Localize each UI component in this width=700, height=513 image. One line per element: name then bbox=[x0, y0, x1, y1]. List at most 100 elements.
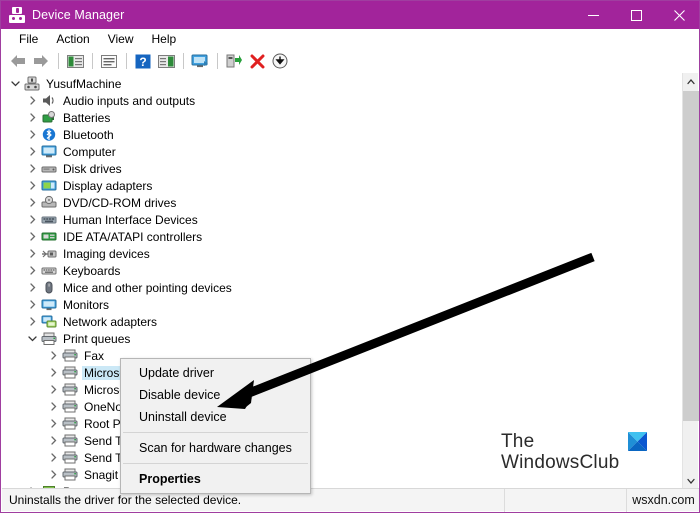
tree-node[interactable]: Print queues bbox=[2, 330, 680, 347]
chevron-right-icon[interactable] bbox=[45, 453, 61, 462]
tree-node-label: DVD/CD-ROM drives bbox=[63, 195, 177, 210]
chevron-right-icon[interactable] bbox=[45, 470, 61, 479]
tree-node-root[interactable]: YusufMachine bbox=[2, 75, 680, 92]
action-pane-icon[interactable] bbox=[155, 50, 177, 72]
windowsclub-text: The WindowsClub bbox=[501, 431, 619, 473]
update-driver-icon[interactable] bbox=[223, 50, 245, 72]
chevron-right-icon[interactable] bbox=[24, 96, 40, 105]
chevron-right-icon[interactable] bbox=[45, 368, 61, 377]
tree-node[interactable]: Network adapters bbox=[2, 313, 680, 330]
tree-node[interactable]: DVD/CD-ROM drives bbox=[2, 194, 680, 211]
printer-icon bbox=[61, 467, 79, 483]
scrollbar-thumb[interactable] bbox=[683, 91, 699, 421]
context-menu-item-properties[interactable]: Properties bbox=[121, 468, 310, 490]
device-tree-pane[interactable]: YusufMachine Audio inputs and outputs Bat… bbox=[2, 73, 699, 489]
maximize-icon[interactable] bbox=[615, 1, 658, 29]
tree-node-label: Network adapters bbox=[63, 314, 158, 329]
chevron-right-icon[interactable] bbox=[24, 147, 40, 156]
chevron-right-icon[interactable] bbox=[24, 249, 40, 258]
display-adapter-icon bbox=[40, 178, 58, 194]
tree-node-label: Batteries bbox=[63, 110, 111, 125]
tree-node[interactable]: Audio inputs and outputs bbox=[2, 92, 680, 109]
keyboard-icon bbox=[40, 263, 58, 279]
chevron-right-icon[interactable] bbox=[24, 232, 40, 241]
red-x-icon[interactable] bbox=[246, 50, 268, 72]
network-adapter-icon bbox=[40, 314, 58, 330]
tree-node[interactable]: Human Interface Devices bbox=[2, 211, 680, 228]
down-arrow-circle-icon[interactable] bbox=[269, 50, 291, 72]
chevron-right-icon[interactable] bbox=[24, 181, 40, 190]
tree-node-label: IDE ATA/ATAPI controllers bbox=[63, 229, 203, 244]
forward-arrow-icon[interactable] bbox=[30, 50, 52, 72]
minimize-icon[interactable] bbox=[572, 1, 615, 29]
tree-node[interactable]: Disk drives bbox=[2, 160, 680, 177]
chevron-right-icon[interactable] bbox=[45, 351, 61, 360]
chevron-right-icon[interactable] bbox=[24, 215, 40, 224]
watermark-line-2: WindowsClub bbox=[501, 452, 620, 473]
chevron-right-icon[interactable] bbox=[45, 385, 61, 394]
windowsclub-mark-icon bbox=[628, 432, 648, 451]
context-menu[interactable]: Update driver Disable device Uninstall d… bbox=[120, 358, 311, 494]
tree-node[interactable]: Microsoft XPS Document Writer bbox=[2, 381, 680, 398]
printer-icon bbox=[61, 399, 79, 415]
scroll-down-icon[interactable] bbox=[683, 472, 699, 489]
toolbar-separator bbox=[126, 53, 127, 69]
tree-node[interactable]: IDE ATA/ATAPI controllers bbox=[2, 228, 680, 245]
context-menu-item-disable-device[interactable]: Disable device bbox=[121, 384, 310, 406]
close-icon[interactable] bbox=[658, 1, 699, 29]
chevron-right-icon[interactable] bbox=[24, 283, 40, 292]
tree-node[interactable]: Bluetooth bbox=[2, 126, 680, 143]
tree-node[interactable]: Root Print Queue bbox=[2, 415, 680, 432]
scroll-up-icon[interactable] bbox=[683, 73, 699, 90]
tree-node[interactable]: Computer bbox=[2, 143, 680, 160]
tree-node-label: Display adapters bbox=[63, 178, 153, 193]
monitor-icon bbox=[40, 297, 58, 313]
tree-node[interactable]: Keyboards bbox=[2, 262, 680, 279]
chevron-down-icon[interactable] bbox=[7, 79, 23, 88]
help-icon[interactable]: ? bbox=[132, 50, 154, 72]
tree-node[interactable]: Mice and other pointing devices bbox=[2, 279, 680, 296]
properties-icon[interactable] bbox=[98, 50, 120, 72]
toolbar-separator bbox=[92, 53, 93, 69]
tree-node[interactable]: OneNote bbox=[2, 398, 680, 415]
tree-node-label: Imaging devices bbox=[63, 246, 150, 261]
context-menu-item-uninstall-device[interactable]: Uninstall device bbox=[121, 406, 310, 428]
menu-file[interactable]: File bbox=[10, 30, 47, 48]
chevron-right-icon[interactable] bbox=[45, 436, 61, 445]
hid-icon bbox=[40, 212, 58, 228]
back-arrow-icon[interactable] bbox=[7, 50, 29, 72]
chevron-right-icon[interactable] bbox=[24, 164, 40, 173]
mouse-icon bbox=[40, 280, 58, 296]
chevron-right-icon[interactable] bbox=[24, 113, 40, 122]
context-menu-separator bbox=[123, 432, 308, 433]
context-menu-separator bbox=[123, 463, 308, 464]
menu-bar: File Action View Help bbox=[2, 29, 699, 49]
console-tree-icon[interactable] bbox=[64, 50, 86, 72]
context-menu-item-update-driver[interactable]: Update driver bbox=[121, 362, 310, 384]
monitor-scan-icon[interactable] bbox=[189, 50, 211, 72]
watermark-line-1: The bbox=[501, 431, 535, 452]
chevron-right-icon[interactable] bbox=[24, 317, 40, 326]
svg-text:?: ? bbox=[139, 55, 146, 69]
context-menu-item-scan-for-hardware-changes[interactable]: Scan for hardware changes bbox=[121, 437, 310, 459]
printer-icon bbox=[61, 416, 79, 432]
tree-node[interactable]: Display adapters bbox=[2, 177, 680, 194]
chevron-right-icon[interactable] bbox=[45, 419, 61, 428]
chevron-right-icon[interactable] bbox=[24, 130, 40, 139]
tree-node-label: Human Interface Devices bbox=[63, 212, 198, 227]
vertical-scrollbar[interactable] bbox=[682, 73, 699, 489]
menu-help[interactable]: Help bbox=[143, 30, 186, 48]
tree-node[interactable]: Batteries bbox=[2, 109, 680, 126]
chevron-right-icon[interactable] bbox=[24, 300, 40, 309]
printer-icon bbox=[61, 348, 79, 364]
tree-node[interactable]: Imaging devices bbox=[2, 245, 680, 262]
tree-node[interactable]: Fax bbox=[2, 347, 680, 364]
menu-action[interactable]: Action bbox=[47, 30, 98, 48]
tree-node[interactable]: Monitors bbox=[2, 296, 680, 313]
chevron-right-icon[interactable] bbox=[24, 198, 40, 207]
chevron-down-icon[interactable] bbox=[24, 334, 40, 343]
tree-node[interactable]: Microsoft Print to PDF bbox=[2, 364, 680, 381]
menu-view[interactable]: View bbox=[99, 30, 143, 48]
chevron-right-icon[interactable] bbox=[24, 266, 40, 275]
chevron-right-icon[interactable] bbox=[45, 402, 61, 411]
